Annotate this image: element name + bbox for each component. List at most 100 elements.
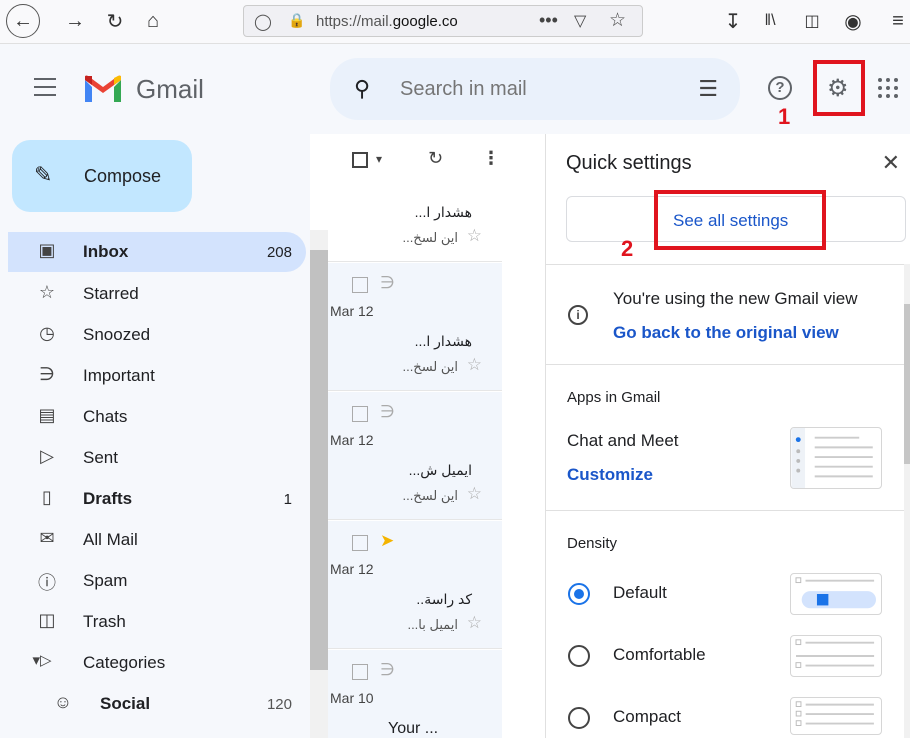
search-options-icon[interactable]: ☰ xyxy=(698,76,718,102)
select-all-checkbox[interactable] xyxy=(352,152,368,168)
sidebar-item-label: Snoozed xyxy=(83,325,151,344)
back-button[interactable]: ← xyxy=(6,4,40,38)
compose-button[interactable]: ✎ Compose xyxy=(12,140,192,212)
mail-date: Mar 12 xyxy=(330,432,374,448)
sidebar-item-snoozed[interactable]: ◷ Snoozed xyxy=(8,315,306,355)
mail-date: Mar 12 xyxy=(330,561,374,577)
main-menu-icon[interactable] xyxy=(34,78,56,96)
quick-settings-scroll-thumb[interactable] xyxy=(904,304,910,464)
star-icon: ☆ xyxy=(38,282,56,302)
spam-icon: ⓘ xyxy=(38,573,56,593)
density-compact-radio[interactable] xyxy=(568,707,590,729)
star-icon[interactable]: ☆ xyxy=(467,484,482,504)
important-marker-icon[interactable]: ➤ xyxy=(380,531,394,551)
density-default-radio[interactable] xyxy=(568,583,590,605)
step-1-label: 1 xyxy=(778,104,791,129)
more-vert-icon[interactable]: ⋮ xyxy=(482,148,500,169)
page-actions-icon[interactable]: ••• xyxy=(539,10,558,31)
mail-sender: کد راسة.. xyxy=(416,591,472,607)
mail-snippet: این لسخ... xyxy=(402,359,458,374)
sidebar-item-label: Social xyxy=(100,694,151,713)
important-marker-icon[interactable]: ∋ xyxy=(380,273,395,293)
sidebar-item-sent[interactable]: ▷ Sent xyxy=(8,438,306,478)
apps-heading: Apps in Gmail xyxy=(567,389,661,406)
gear-icon[interactable]: ⚙ xyxy=(827,74,849,103)
download-icon[interactable]: ↧ xyxy=(718,6,748,36)
sidebar-item-categories[interactable]: ▾▷ Categories xyxy=(8,643,306,683)
mail-sender: هشدار ا... xyxy=(414,204,472,220)
shield-icon: ◯ xyxy=(254,14,272,31)
star-icon[interactable]: ☆ xyxy=(467,355,482,375)
close-icon[interactable]: ✕ xyxy=(882,150,900,176)
apps-grid-icon[interactable] xyxy=(878,78,900,98)
bookmark-star-icon[interactable]: ☆ xyxy=(609,9,626,32)
select-dropdown-icon[interactable]: ▾ xyxy=(376,152,382,166)
library-icon[interactable]: ‖\ xyxy=(755,6,785,36)
mail-row[interactable]: ∋ Mar 12 هشدار ا... این لسخ... ☆ xyxy=(328,263,502,391)
clock-icon: ◷ xyxy=(39,323,55,343)
forward-button[interactable]: → xyxy=(60,6,90,36)
apps-section: Apps in Gmail Chat and Meet Customize xyxy=(546,364,904,510)
density-heading: Density xyxy=(567,535,618,552)
new-view-section: i You're using the new Gmail view Go bac… xyxy=(546,264,904,364)
mail-row[interactable]: ➤ Mar 12 کد راسة.. ایمیل با... ☆ xyxy=(328,521,502,649)
account-icon[interactable]: ◉ xyxy=(838,6,868,36)
sidebar-item-label: Starred xyxy=(83,284,139,303)
browser-toolbar: ← → ↻ ⌂ ◯ 🔒 https://mail.google.co ••• ▽… xyxy=(0,0,910,44)
chat-meet-label: Chat and Meet xyxy=(567,431,679,450)
see-all-settings-label[interactable]: See all settings xyxy=(673,211,788,231)
sidebar-item-trash[interactable]: ◫ Trash xyxy=(8,602,306,642)
app-menu-icon[interactable]: ≡ xyxy=(886,6,910,36)
new-view-text: You're using the new Gmail view xyxy=(613,289,858,308)
help-icon[interactable]: ? xyxy=(768,76,792,100)
important-marker-icon[interactable]: ∋ xyxy=(380,660,395,680)
sidebar-item-all-mail[interactable]: ✉ All Mail xyxy=(8,520,306,560)
star-icon[interactable]: ☆ xyxy=(467,226,482,246)
sidebar-item-important[interactable]: ∋ Important xyxy=(8,356,306,396)
mail-snippet: ایمیل با... xyxy=(407,617,458,632)
density-comfortable-radio[interactable] xyxy=(568,645,590,667)
sidebar-item-label: Spam xyxy=(83,571,128,590)
sidebar-item-social[interactable]: ☺ Social 120 xyxy=(8,684,306,724)
mail-date: Mar 12 xyxy=(330,303,374,319)
draft-count: 1 xyxy=(283,491,292,508)
draft-icon: ▯ xyxy=(42,487,52,507)
mail-row[interactable]: ∋ Mar 12 ایمیل ش... این لسخ... ☆ xyxy=(328,392,502,520)
home-button[interactable]: ⌂ xyxy=(138,6,168,36)
star-icon[interactable]: ☆ xyxy=(467,613,482,633)
quick-settings-scrollbar[interactable] xyxy=(904,264,910,738)
sidebar-item-label: Trash xyxy=(83,612,126,631)
customize-link[interactable]: Customize xyxy=(567,465,653,485)
pocket-icon[interactable]: ▽ xyxy=(574,11,586,31)
chat-meet-thumbnail xyxy=(790,427,882,489)
row-checkbox[interactable] xyxy=(352,535,368,551)
refresh-icon[interactable]: ↻ xyxy=(428,148,443,169)
go-back-link[interactable]: Go back to the original view xyxy=(613,323,839,343)
sidebar-item-inbox[interactable]: ▣ Inbox 208 xyxy=(8,232,306,272)
sidebar-scroll-thumb[interactable] xyxy=(310,250,328,670)
sidebar-item-drafts[interactable]: ▯ Drafts 1 xyxy=(8,479,306,519)
sidebar-scrollbar[interactable] xyxy=(310,230,328,738)
density-comfortable-thumbnail xyxy=(790,635,882,677)
row-checkbox[interactable] xyxy=(352,406,368,422)
sidebar-item-spam[interactable]: ⓘ Spam xyxy=(8,561,306,601)
row-checkbox[interactable] xyxy=(352,664,368,680)
mail-row[interactable]: ∋ Mar 10 Your ... xyxy=(328,650,502,738)
sidebar-item-label: Important xyxy=(83,366,155,385)
sidebar-item-label: All Mail xyxy=(83,530,138,549)
row-checkbox[interactable] xyxy=(352,277,368,293)
reload-button[interactable]: ↻ xyxy=(100,6,130,36)
search-input[interactable] xyxy=(400,74,670,104)
sidebar-item-label: Chats xyxy=(83,407,128,426)
sidebar-item-label: Categories xyxy=(83,653,166,672)
search-icon[interactable]: ⚲ xyxy=(354,76,370,102)
url-bar[interactable]: ◯ 🔒 https://mail.google.co ••• ▽ ☆ xyxy=(243,5,643,37)
important-marker-icon[interactable]: ∋ xyxy=(380,402,395,422)
social-count: 120 xyxy=(266,696,292,713)
url-text: https://mail.google.co xyxy=(316,13,458,30)
search-bar[interactable]: ⚲ ☰ xyxy=(330,58,740,120)
sidebar-toggle-icon[interactable]: ◫ xyxy=(797,6,827,36)
mail-sender: هشدار ا... xyxy=(414,333,472,349)
sidebar-item-chats[interactable]: ▤ Chats xyxy=(8,397,306,437)
sidebar-item-starred[interactable]: ☆ Starred xyxy=(8,274,306,314)
